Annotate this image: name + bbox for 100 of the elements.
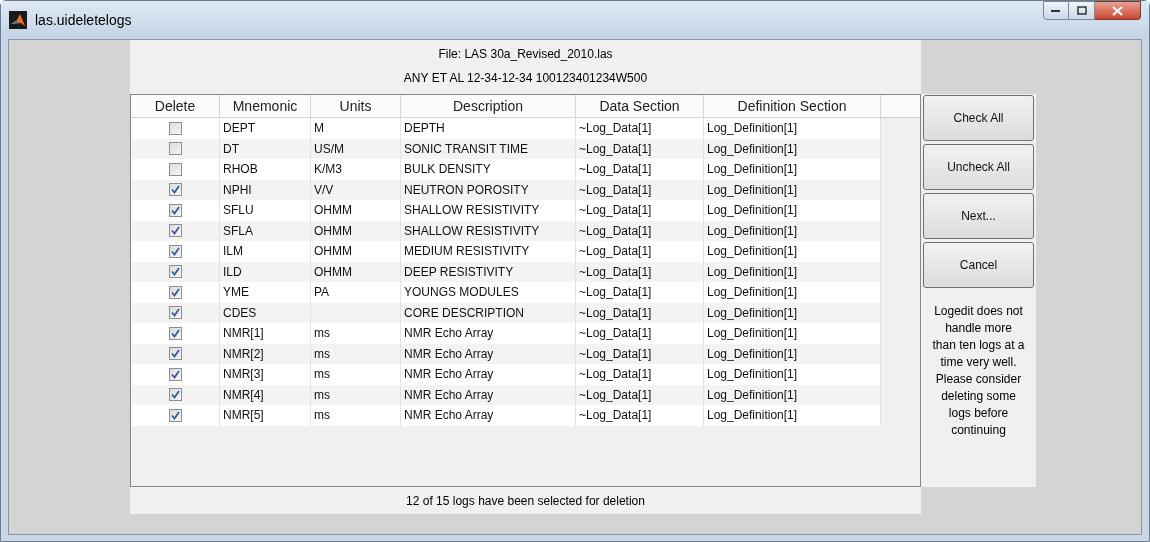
checkbox[interactable] <box>168 244 182 258</box>
checkbox[interactable] <box>168 121 182 135</box>
maximize-icon <box>1076 6 1087 15</box>
table-cell-text: NMR[1] <box>223 325 264 343</box>
table-cell-text: NMR[4] <box>223 386 264 404</box>
table-cell-text: ms <box>314 345 330 363</box>
table-cell-text: NPHI <box>223 181 252 199</box>
table-cell-text: Log_Definition[1] <box>707 345 798 363</box>
table-cell-text: K/M3 <box>314 161 342 179</box>
minimize-button[interactable] <box>1043 1 1069 20</box>
table-cell-text: Log_Definition[1] <box>707 202 798 220</box>
table-cell-text: ~Log_Data[1] <box>579 366 652 384</box>
table-cell-text: Log_Definition[1] <box>707 140 798 158</box>
checkbox[interactable] <box>168 203 182 217</box>
table-cell-text: CORE DESCRIPTION <box>404 304 524 322</box>
table-cell-text: US/M <box>314 140 344 158</box>
action-button[interactable]: Check All <box>923 95 1034 141</box>
checkbox[interactable] <box>168 142 182 156</box>
column-header[interactable]: Definition Section <box>704 95 881 117</box>
action-button[interactable]: Uncheck All <box>923 144 1034 190</box>
table-cell-text: ~Log_Data[1] <box>579 407 652 425</box>
close-button[interactable] <box>1095 1 1141 20</box>
table-cell-text: ms <box>314 386 330 404</box>
warning-message: Logedit does not handle more than ten logs at a time very well. Please consider deleting some logs before continuing <box>931 303 1026 439</box>
table-cell-text: NMR[3] <box>223 366 264 384</box>
checkbox[interactable] <box>168 347 182 361</box>
table-cell-text: Log_Definition[1] <box>707 181 798 199</box>
action-button[interactable]: Cancel <box>923 242 1034 288</box>
table-cell-text: Log_Definition[1] <box>707 284 798 302</box>
table-cell-text: ~Log_Data[1] <box>579 284 652 302</box>
table-cell-text: NMR[5] <box>223 407 264 425</box>
table-cell-text: ~Log_Data[1] <box>579 243 652 261</box>
table-cell-text: Log_Definition[1] <box>707 407 798 425</box>
table-cell-text: ILD <box>223 263 242 281</box>
table-cell-text: ILM <box>223 243 243 261</box>
checkbox[interactable] <box>168 408 182 422</box>
table-cell-text: Log_Definition[1] <box>707 386 798 404</box>
table-cell-text: SHALLOW RESISTIVITY <box>404 222 540 240</box>
table-cell-text: Log_Definition[1] <box>707 243 798 261</box>
table-cell-text: ~Log_Data[1] <box>579 386 652 404</box>
window-title: las.uideletelogs <box>35 10 132 30</box>
table-cell-text: NMR[2] <box>223 345 264 363</box>
well-label: ANY ET AL 12-34-12-34 100123401234W500 <box>403 70 648 87</box>
maximize-button[interactable] <box>1069 1 1095 20</box>
table-cell-text: Log_Definition[1] <box>707 161 798 179</box>
table-cell-text: YME <box>223 284 249 302</box>
checkbox[interactable] <box>168 224 182 238</box>
table-cell-text: PA <box>314 284 330 302</box>
table-cell-text: V/V <box>314 181 334 199</box>
status-message: 12 of 15 logs have been selected for deletion <box>406 492 645 510</box>
app-icon <box>9 11 27 29</box>
table-cell-text: ~Log_Data[1] <box>579 140 652 158</box>
table-cell-text: OHMM <box>314 202 352 220</box>
table-cell-text: NMR Echo Array <box>404 386 494 404</box>
checkbox[interactable] <box>168 306 182 320</box>
checkbox[interactable] <box>168 326 182 340</box>
table-cell-text: ~Log_Data[1] <box>579 161 652 179</box>
checkbox[interactable] <box>168 367 182 381</box>
table-cell-text: ~Log_Data[1] <box>579 325 652 343</box>
table-cell-text: RHOB <box>223 161 258 179</box>
table-cell-text: ~Log_Data[1] <box>579 181 652 199</box>
table-cell-text: NMR Echo Array <box>404 366 494 384</box>
table-cell-text: Log_Definition[1] <box>707 222 798 240</box>
table-cell-text: Log_Definition[1] <box>707 366 798 384</box>
column-header[interactable]: Data Section <box>576 95 704 117</box>
table-cell-text: CDES <box>223 304 257 322</box>
table-cell-text: ~Log_Data[1] <box>579 120 652 138</box>
close-icon <box>1112 5 1123 16</box>
table-cell-text: NMR Echo Array <box>404 407 494 425</box>
column-header[interactable]: Mnemonic <box>220 95 311 117</box>
table-cell-text: ~Log_Data[1] <box>579 345 652 363</box>
file-label: File: LAS 30a_Revised_2010.las <box>438 46 613 63</box>
table-cell-text: MEDIUM RESISTIVITY <box>404 243 530 261</box>
checkbox[interactable] <box>168 162 182 176</box>
table-cell-text: OHMM <box>314 263 352 281</box>
table-cell-text: Log_Definition[1] <box>707 120 798 138</box>
table-cell-text: DEPTH <box>404 120 445 138</box>
table-cell-text: M <box>314 120 324 138</box>
table-cell-text: NMR Echo Array <box>404 345 494 363</box>
table-cell-text: ~Log_Data[1] <box>579 222 652 240</box>
table-cell-text: SFLA <box>223 222 253 240</box>
checkbox[interactable] <box>168 265 182 279</box>
table-cell-text: ~Log_Data[1] <box>579 202 652 220</box>
table-cell-text: OHMM <box>314 243 352 261</box>
checkbox[interactable] <box>168 285 182 299</box>
action-button[interactable]: Next... <box>923 193 1034 239</box>
column-header[interactable]: Units <box>311 95 401 117</box>
table-cell-text: Log_Definition[1] <box>707 263 798 281</box>
table-cell-text: NEUTRON POROSITY <box>404 181 529 199</box>
table-cell-text: ms <box>314 325 330 343</box>
table-cell-text: ms <box>314 407 330 425</box>
table-cell-text: ms <box>314 366 330 384</box>
checkbox[interactable] <box>168 183 182 197</box>
table-cell-text: DEPT <box>223 120 255 138</box>
column-header[interactable]: Description <box>401 95 576 117</box>
column-header[interactable]: Delete <box>131 95 220 117</box>
table-cell-text: DT <box>223 140 239 158</box>
checkbox[interactable] <box>168 388 182 402</box>
table-cell-text: DEEP RESISTIVITY <box>404 263 514 281</box>
table-cell-text: NMR Echo Array <box>404 325 494 343</box>
